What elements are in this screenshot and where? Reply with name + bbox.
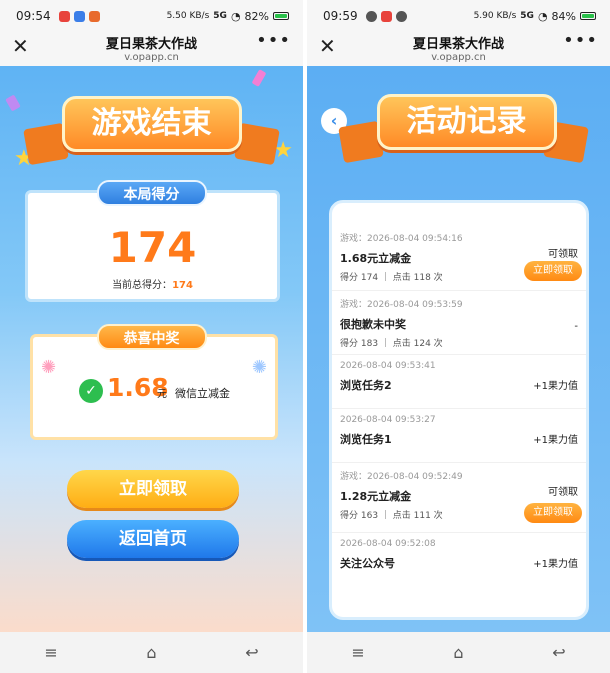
- record-time: 游戏：2026-08-04 09:52:49: [340, 472, 463, 482]
- record-status: +1果力值: [533, 559, 578, 570]
- right-screen: 09:59 5.90 KB/s 5G ◔ 84% ✕ 夏日果茶大作战 v.opa…: [307, 0, 610, 673]
- score-value: 174: [108, 223, 197, 272]
- record-time: 游戏：2026-08-04 09:54:16: [340, 234, 463, 244]
- record-status: 可领取: [548, 487, 578, 498]
- menu-icon[interactable]: ≡: [44, 643, 57, 662]
- status-time: 09:54: [16, 9, 51, 23]
- network-speed: 5.90 KB/s: [473, 11, 517, 21]
- browser-titlebar: ✕ 夏日果茶大作战 v.opapp.cn •••: [0, 30, 303, 66]
- more-icon[interactable]: •••: [563, 30, 598, 51]
- record-status: +1果力值: [533, 381, 578, 392]
- system-nav-bar: ≡ ⌂ ↩: [307, 632, 610, 673]
- prize-label: 恭喜中奖: [96, 324, 207, 350]
- app-notification-icon: [88, 10, 100, 22]
- app-notification-icon: [58, 10, 70, 22]
- app-notification-icon: [73, 10, 85, 22]
- battery-icon: [273, 12, 289, 20]
- list-item: 游戏：2026-08-04 09:52:49 1.28元立减金 得分 163 ｜…: [332, 463, 586, 533]
- record-status: 可领取: [548, 249, 578, 260]
- record-list: 游戏：2026-08-04 09:54:16 1.68元立减金 得分 174 ｜…: [329, 200, 589, 620]
- wechat-pay-icon: ✓: [79, 379, 103, 403]
- record-time: 2026-08-04 09:53:27: [340, 415, 436, 425]
- record-sub: 得分 183 ｜ 点击 124 次: [340, 339, 443, 349]
- home-button[interactable]: 返回首页: [67, 520, 239, 558]
- game-over-content: ★ ★ 游戏结束 174 当前总得分：174 本局得分 ✓ 1.68 元 微信立…: [0, 66, 303, 632]
- menu-icon[interactable]: ≡: [351, 643, 364, 662]
- page-url: v.opapp.cn: [124, 52, 179, 63]
- home-icon[interactable]: ⌂: [146, 643, 156, 662]
- score-label: 本局得分: [96, 180, 207, 206]
- network-type: 5G: [213, 11, 227, 21]
- status-bar: 09:59 5.90 KB/s 5G ◔ 84%: [307, 0, 610, 32]
- app-notification-icon: [395, 10, 407, 22]
- network-type: 5G: [520, 11, 534, 21]
- confetti-decoration: [251, 69, 267, 87]
- activity-record-banner: 活动记录: [376, 94, 557, 150]
- battery-percent: 82%: [244, 9, 269, 23]
- record-time: 2026-08-04 09:53:41: [340, 361, 436, 371]
- record-time: 游戏：2026-08-04 09:53:59: [340, 300, 463, 310]
- game-over-banner: 游戏结束: [61, 96, 242, 152]
- app-notification-icon: [380, 10, 392, 22]
- list-item: 2026-08-04 09:53:27 浏览任务1 +1果力值: [332, 409, 586, 463]
- return-icon[interactable]: ↩: [552, 643, 565, 662]
- left-screen: 09:54 5.50 KB/s 5G ◔ 82% ✕ 夏日果茶大作战 v.opa…: [0, 0, 303, 673]
- claim-record-button[interactable]: 立即领取: [524, 503, 582, 523]
- battery-percent: 84%: [551, 9, 576, 23]
- close-icon[interactable]: ✕: [12, 34, 29, 58]
- app-notification-icon: [365, 10, 377, 22]
- wifi-icon: ◔: [230, 9, 241, 23]
- record-status: -: [574, 321, 578, 332]
- prize-desc: 微信立减金: [175, 387, 230, 400]
- browser-titlebar: ✕ 夏日果茶大作战 v.opapp.cn •••: [307, 30, 610, 66]
- list-item: 游戏：2026-08-04 09:53:59 很抱歉未中奖 得分 183 ｜ 点…: [332, 291, 586, 355]
- more-icon[interactable]: •••: [256, 30, 291, 51]
- list-item: 游戏：2026-08-04 09:54:16 1.68元立减金 得分 174 ｜…: [332, 225, 586, 291]
- firework-decoration: ✺: [41, 357, 57, 378]
- network-speed: 5.50 KB/s: [166, 11, 210, 21]
- claim-button[interactable]: 立即领取: [67, 470, 239, 508]
- total-score-value: 174: [172, 280, 193, 291]
- record-title: 1.28元立减金: [340, 490, 412, 503]
- page-url: v.opapp.cn: [431, 52, 486, 63]
- battery-icon: [580, 12, 596, 20]
- return-icon[interactable]: ↩: [245, 643, 258, 662]
- firework-decoration: ✺: [251, 357, 267, 378]
- record-title: 很抱歉未中奖: [340, 318, 406, 331]
- status-time: 09:59: [323, 9, 358, 23]
- status-bar: 09:54 5.50 KB/s 5G ◔ 82%: [0, 0, 303, 32]
- activity-record-content: ‹ 活动记录 游戏：2026-08-04 09:54:16 1.68元立减金 得…: [307, 66, 610, 632]
- claim-record-button[interactable]: 立即领取: [524, 261, 582, 281]
- system-nav-bar: ≡ ⌂ ↩: [0, 632, 303, 673]
- prize-unit: 元: [157, 389, 167, 400]
- list-item: 2026-08-04 09:53:41 浏览任务2 +1果力值: [332, 355, 586, 409]
- record-time: 2026-08-04 09:52:08: [340, 539, 436, 549]
- list-item: 2026-08-04 09:52:08 关注公众号 +1果力值: [332, 533, 586, 587]
- confetti-decoration: [5, 94, 21, 112]
- wifi-icon: ◔: [537, 9, 548, 23]
- home-icon[interactable]: ⌂: [453, 643, 463, 662]
- record-status: +1果力值: [533, 435, 578, 446]
- close-icon[interactable]: ✕: [319, 34, 336, 58]
- total-score-label: 当前总得分：: [112, 280, 173, 291]
